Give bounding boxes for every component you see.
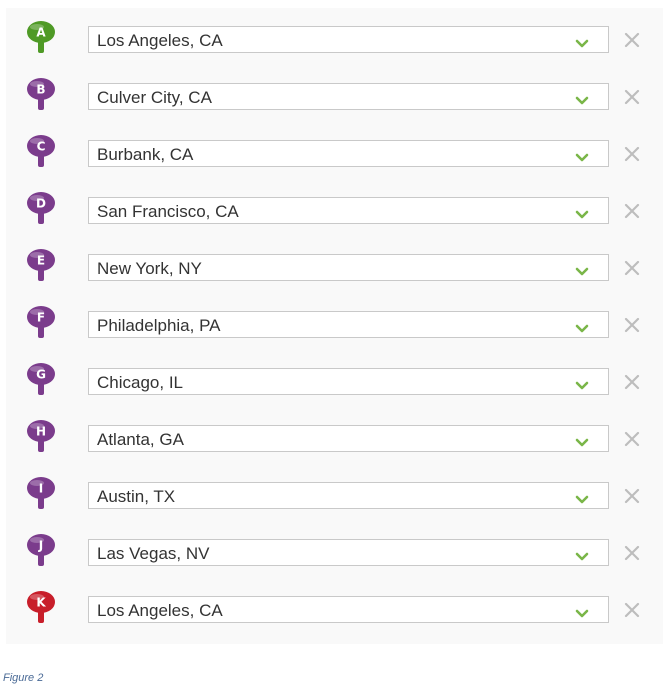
location-select[interactable]: Philadelphia, PA bbox=[88, 311, 609, 338]
location-select[interactable]: Las Vegas, NV bbox=[88, 539, 609, 566]
waypoint-letter: I bbox=[39, 482, 43, 496]
waypoint-letter: J bbox=[38, 539, 43, 553]
close-icon[interactable] bbox=[621, 143, 643, 165]
waypoint-row: B Culver City, CA bbox=[6, 69, 663, 126]
waypoint-row: H Atlanta, GA bbox=[6, 411, 663, 468]
location-select[interactable]: New York, NY bbox=[88, 254, 609, 281]
chevron-down-icon[interactable] bbox=[575, 207, 589, 219]
chevron-down-icon[interactable] bbox=[575, 378, 589, 390]
close-icon[interactable] bbox=[621, 485, 643, 507]
close-icon[interactable] bbox=[621, 86, 643, 108]
waypoint-row: A Los Angeles, CA bbox=[6, 12, 663, 69]
location-select-value: Chicago, IL bbox=[97, 373, 183, 392]
map-pin-icon: F bbox=[24, 305, 58, 343]
chevron-down-icon[interactable] bbox=[575, 492, 589, 504]
waypoint-letter: E bbox=[37, 254, 45, 268]
chevron-down-icon[interactable] bbox=[575, 435, 589, 447]
close-icon[interactable] bbox=[621, 29, 643, 51]
waypoint-letter: G bbox=[36, 368, 46, 382]
waypoint-letter: C bbox=[37, 140, 46, 154]
map-pin-icon: D bbox=[24, 191, 58, 229]
waypoint-letter: H bbox=[36, 425, 46, 439]
location-select-value: San Francisco, CA bbox=[97, 202, 239, 221]
figure-caption: Figure 2 bbox=[3, 672, 44, 684]
map-pin-icon: E bbox=[24, 248, 58, 286]
waypoint-letter: B bbox=[36, 83, 45, 97]
map-pin-icon: K bbox=[24, 590, 58, 628]
waypoint-row: G Chicago, IL bbox=[6, 354, 663, 411]
waypoint-row: C Burbank, CA bbox=[6, 126, 663, 183]
location-select[interactable]: Culver City, CA bbox=[88, 83, 609, 110]
close-icon[interactable] bbox=[621, 314, 643, 336]
waypoint-letter: D bbox=[36, 197, 46, 211]
location-select-value: Philadelphia, PA bbox=[97, 316, 221, 335]
waypoint-row: I Austin, TX bbox=[6, 468, 663, 525]
chevron-down-icon[interactable] bbox=[575, 150, 589, 162]
location-select[interactable]: Chicago, IL bbox=[88, 368, 609, 395]
waypoint-row: J Las Vegas, NV bbox=[6, 525, 663, 582]
close-icon[interactable] bbox=[621, 542, 643, 564]
chevron-down-icon[interactable] bbox=[575, 93, 589, 105]
location-select[interactable]: San Francisco, CA bbox=[88, 197, 609, 224]
location-select-value: Culver City, CA bbox=[97, 88, 212, 107]
close-icon[interactable] bbox=[621, 200, 643, 222]
location-select-value: Atlanta, GA bbox=[97, 430, 184, 449]
waypoint-letter: F bbox=[37, 311, 45, 325]
location-select-value: Burbank, CA bbox=[97, 145, 194, 164]
map-pin-icon: A bbox=[24, 20, 58, 58]
location-select-value: Austin, TX bbox=[97, 487, 176, 506]
waypoint-row: E New York, NY bbox=[6, 240, 663, 297]
location-select[interactable]: Atlanta, GA bbox=[88, 425, 609, 452]
route-waypoints-panel: A Los Angeles, CA B Culver City, CA C Burbank… bbox=[6, 8, 663, 644]
close-icon[interactable] bbox=[621, 371, 643, 393]
location-select-value: New York, NY bbox=[97, 259, 202, 278]
map-pin-icon: I bbox=[24, 476, 58, 514]
waypoint-letter: K bbox=[36, 596, 46, 610]
close-icon[interactable] bbox=[621, 257, 643, 279]
map-pin-icon: G bbox=[24, 362, 58, 400]
waypoint-letter: A bbox=[36, 26, 46, 40]
waypoint-row: K Los Angeles, CA bbox=[6, 582, 663, 639]
location-select[interactable]: Burbank, CA bbox=[88, 140, 609, 167]
chevron-down-icon[interactable] bbox=[575, 321, 589, 333]
location-select[interactable]: Austin, TX bbox=[88, 482, 609, 509]
chevron-down-icon[interactable] bbox=[575, 36, 589, 48]
waypoint-row: D San Francisco, CA bbox=[6, 183, 663, 240]
map-pin-icon: H bbox=[24, 419, 58, 457]
chevron-down-icon[interactable] bbox=[575, 606, 589, 618]
waypoint-row: F Philadelphia, PA bbox=[6, 297, 663, 354]
map-pin-icon: C bbox=[24, 134, 58, 172]
location-select[interactable]: Los Angeles, CA bbox=[88, 26, 609, 53]
chevron-down-icon[interactable] bbox=[575, 264, 589, 276]
location-select-value: Las Vegas, NV bbox=[97, 544, 210, 563]
map-pin-icon: B bbox=[24, 77, 58, 115]
close-icon[interactable] bbox=[621, 428, 643, 450]
close-icon[interactable] bbox=[621, 599, 643, 621]
location-select[interactable]: Los Angeles, CA bbox=[88, 596, 609, 623]
map-pin-icon: J bbox=[24, 533, 58, 571]
chevron-down-icon[interactable] bbox=[575, 549, 589, 561]
location-select-value: Los Angeles, CA bbox=[97, 601, 223, 620]
location-select-value: Los Angeles, CA bbox=[97, 31, 223, 50]
